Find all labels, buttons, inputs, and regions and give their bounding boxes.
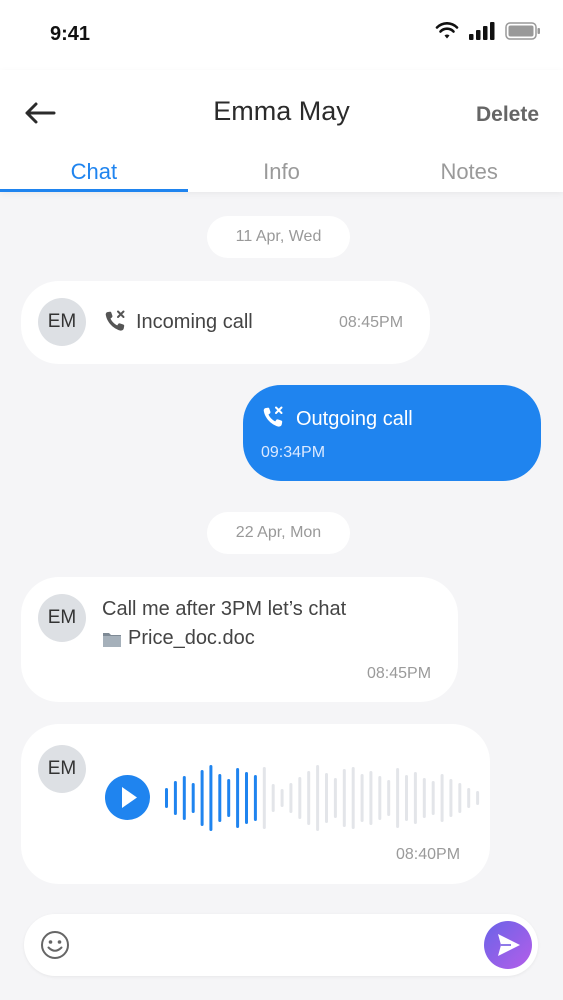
tab-chat[interactable]: Chat [0, 154, 188, 192]
message-text: Call me after 3PM let’s chat [102, 598, 347, 620]
incoming-call-message[interactable]: EM Incoming call 08:45PM [21, 281, 430, 364]
date-separator: 22 Apr, Mon [207, 512, 350, 554]
waveform-bar [351, 767, 355, 829]
waveform-bar [396, 768, 400, 828]
waveform-bar [245, 772, 248, 824]
play-icon [122, 787, 137, 808]
waveform-bar [289, 783, 293, 813]
avatar: EM [38, 594, 86, 642]
missed-call-icon [105, 310, 125, 331]
chat-header: Emma May Delete Chat Info Notes [0, 70, 563, 192]
emoji-icon[interactable] [40, 930, 70, 960]
status-icons [435, 22, 541, 40]
waveform-bar [236, 768, 240, 828]
text-message[interactable]: EM Call me after 3PM let’s chat Price_do… [21, 577, 458, 702]
waveform-bar [182, 776, 186, 820]
waveform-bar [440, 774, 444, 822]
waveform-bar [227, 779, 231, 817]
message-time: 08:45PM [367, 665, 432, 682]
avatar: EM [38, 745, 86, 793]
waveform-bar [422, 778, 426, 818]
tab-info[interactable]: Info [188, 154, 376, 192]
status-time: 9:41 [50, 23, 91, 45]
waveform-bar [476, 791, 480, 805]
status-bar: 9:41 [0, 0, 563, 70]
avatar: EM [38, 298, 86, 346]
waveform-bar [271, 784, 275, 812]
date-separator: 11 Apr, Wed [207, 216, 350, 258]
waveform-bar [200, 770, 204, 826]
waveform-bar [405, 775, 408, 821]
file-icon [103, 632, 121, 647]
waveform-bar [458, 783, 462, 813]
message-input[interactable] [86, 926, 470, 966]
message-time: 08:40PM [396, 846, 461, 863]
signal-icon [469, 22, 495, 40]
missed-call-icon [263, 406, 283, 427]
battery-icon [505, 22, 540, 40]
waveform-bar [191, 783, 195, 813]
audio-waveform[interactable] [165, 760, 485, 836]
waveform-bar [467, 788, 471, 808]
waveform-bar [431, 781, 435, 815]
play-button[interactable] [105, 775, 150, 820]
waveform-bar [342, 769, 346, 827]
waveform-bar [209, 765, 213, 831]
call-label: Outgoing call [296, 408, 413, 430]
waveform-bar [165, 788, 168, 808]
waveform-bar [413, 772, 417, 824]
waveform-bar [325, 773, 328, 823]
waveform-bar [280, 789, 284, 807]
waveform-bar [333, 778, 337, 818]
send-button[interactable] [484, 921, 532, 969]
attachment[interactable]: Price_doc.doc [102, 627, 255, 650]
waveform-bar [307, 771, 311, 825]
message-time: 09:34PM [261, 444, 326, 461]
attachment-name: Price_doc.doc [128, 627, 255, 649]
waveform-bar [387, 780, 391, 816]
delete-button[interactable]: Delete [476, 103, 539, 127]
waveform-bar [298, 777, 302, 819]
waveform-bar [449, 779, 453, 817]
waveform-bar [218, 774, 222, 822]
voice-message[interactable]: EM 08:40PM [21, 724, 490, 884]
wifi-icon [435, 22, 459, 39]
waveform-bar [173, 781, 177, 815]
waveform-bar [262, 767, 266, 829]
waveform-bar [360, 774, 364, 822]
waveform-bar [253, 775, 257, 821]
call-label: Incoming call [136, 311, 253, 333]
waveform-bar [369, 771, 373, 825]
tab-notes[interactable]: Notes [375, 154, 563, 192]
tab-bar: Chat Info Notes [0, 154, 563, 192]
waveform-bar [316, 765, 320, 831]
send-icon [498, 934, 520, 956]
message-time: 08:45PM [339, 314, 404, 331]
message-composer [24, 914, 538, 976]
waveform-bar [378, 776, 382, 820]
outgoing-call-message[interactable]: Outgoing call 09:34PM [243, 385, 541, 481]
